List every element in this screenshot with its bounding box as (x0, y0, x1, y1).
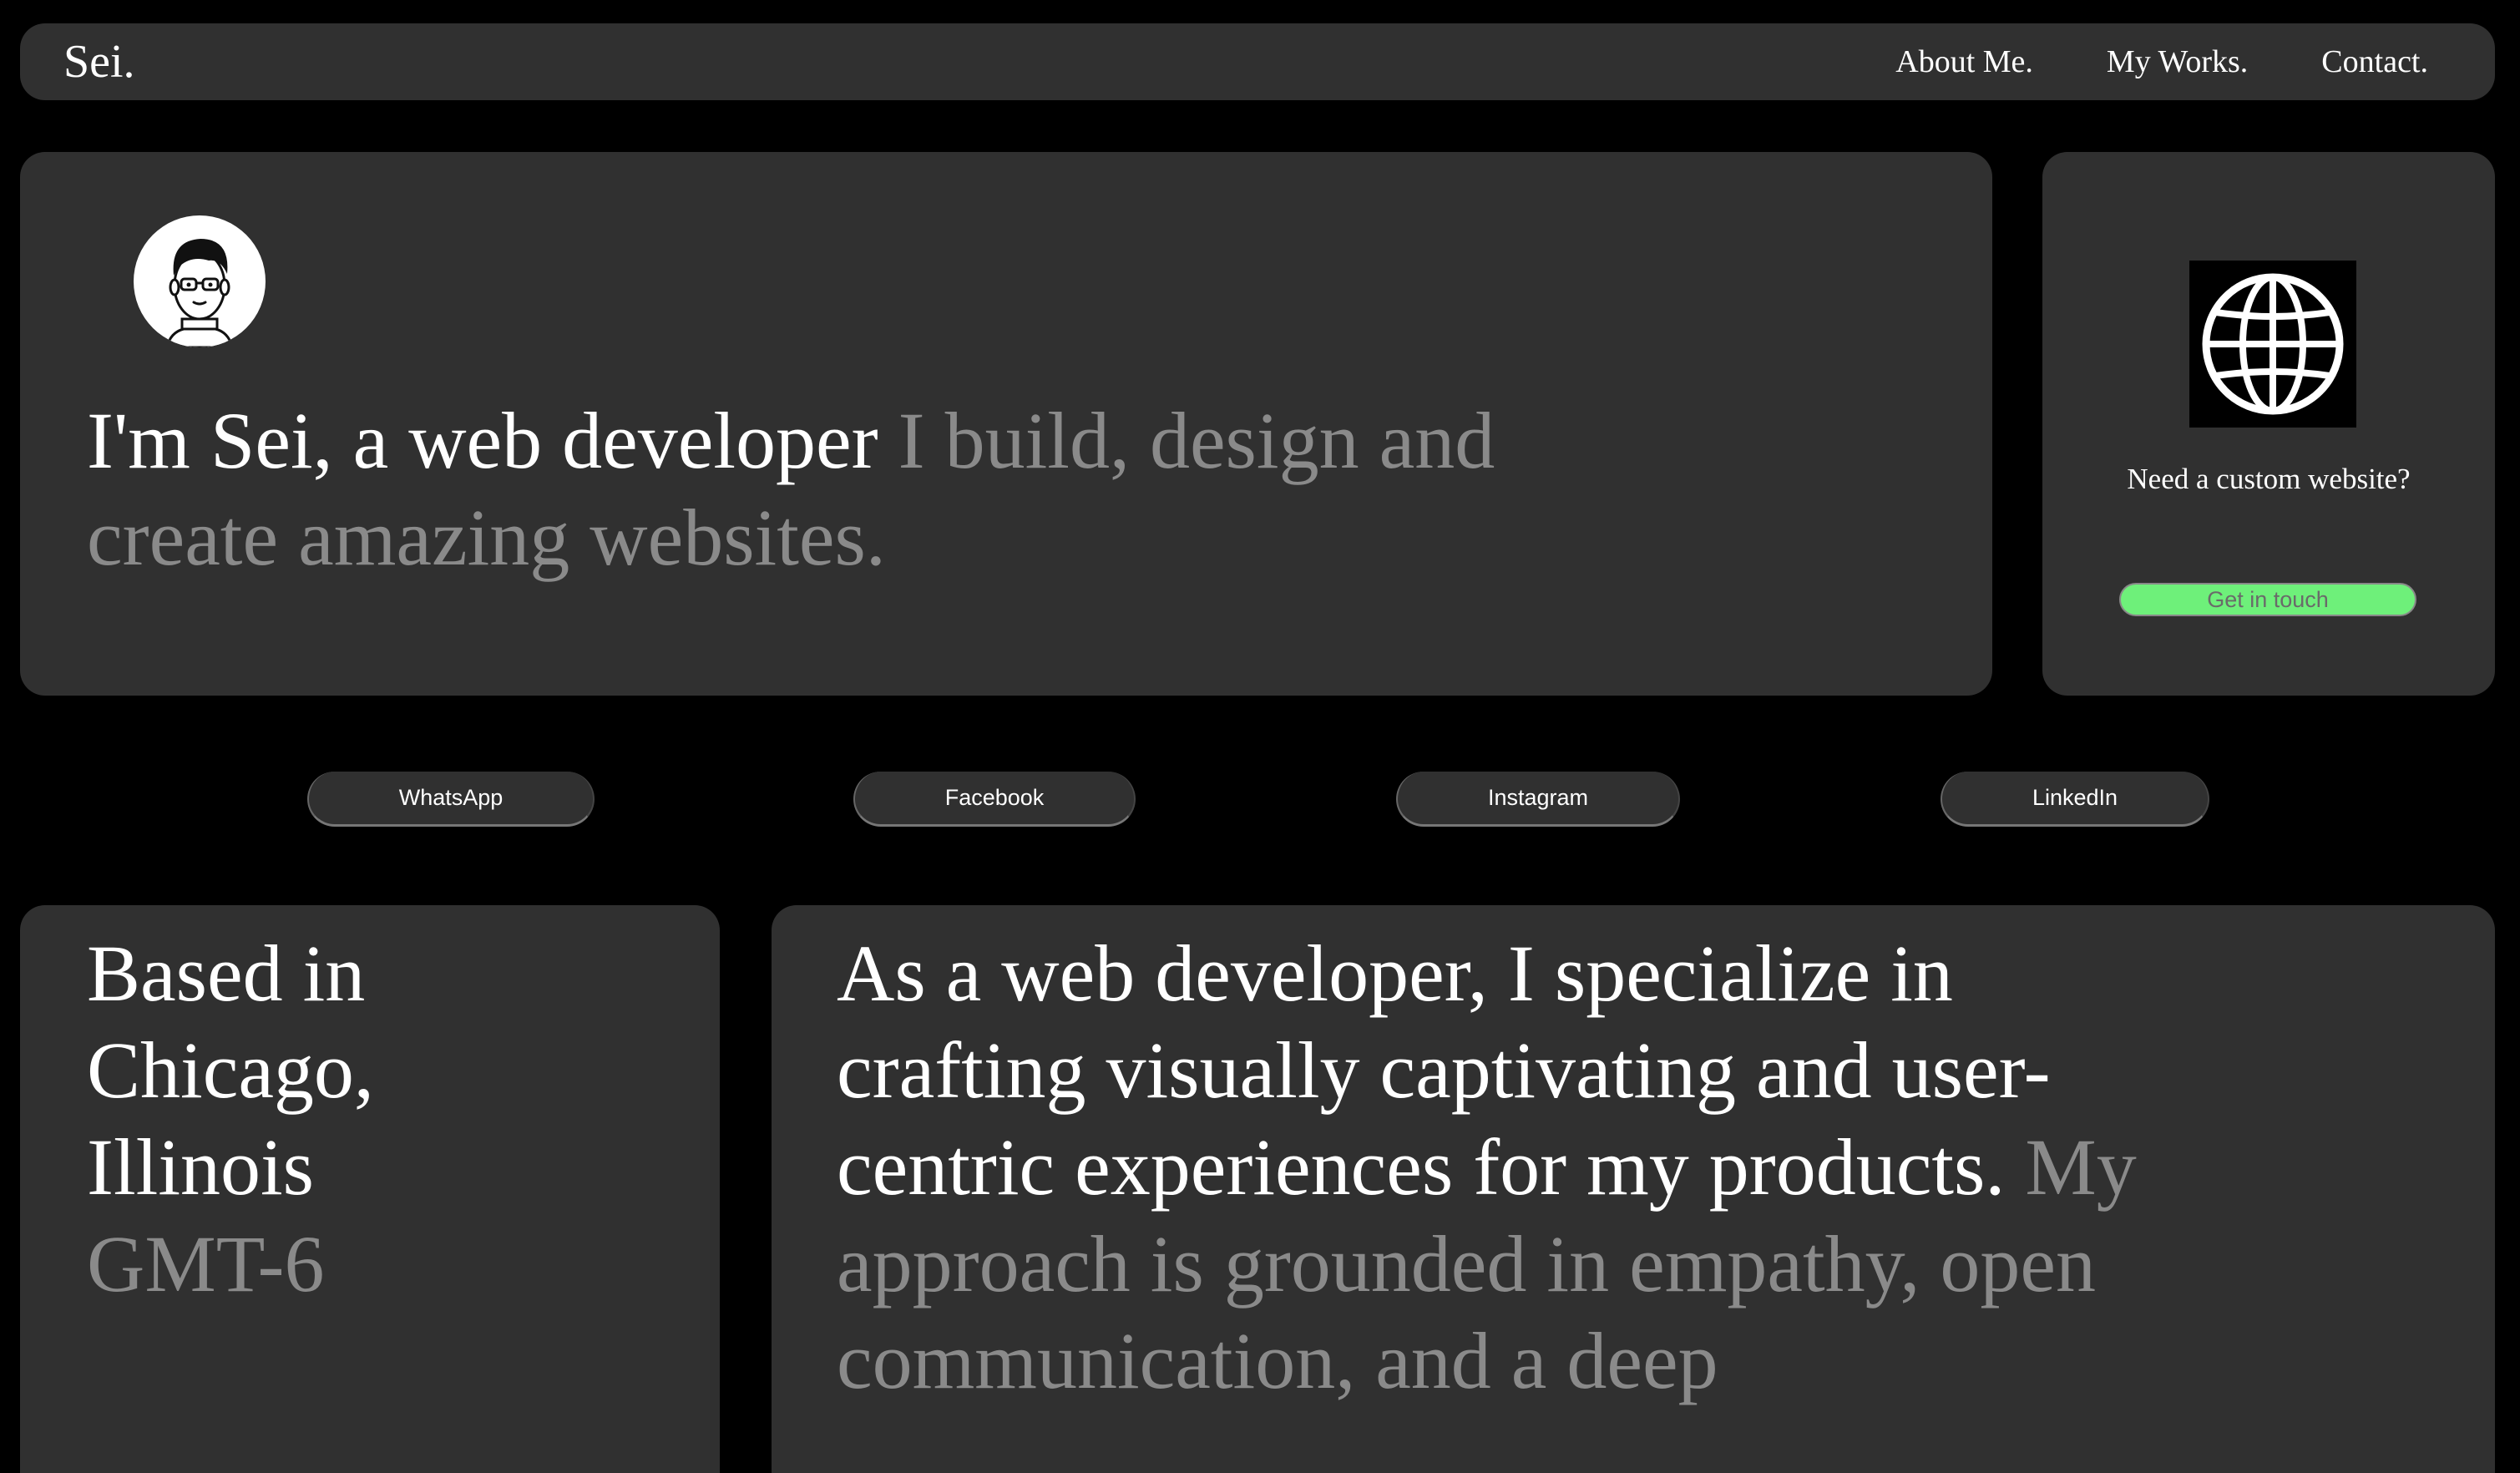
site-logo[interactable]: Sei. (63, 35, 135, 89)
nav-link-contact[interactable]: Contact. (2321, 42, 2428, 82)
timezone: GMT-6 (87, 1219, 325, 1308)
get-in-touch-button[interactable]: Get in touch (2119, 583, 2416, 616)
nav-link-about[interactable]: About Me. (1895, 42, 2033, 82)
cta-question: Need a custom website? (2127, 463, 2411, 495)
developer-avatar-icon (134, 215, 266, 347)
instagram-button[interactable]: Instagram (1396, 772, 1680, 827)
about-card: As a web developer, I specialize in craf… (772, 905, 2495, 1473)
about-main: As a web developer, I specialize in craf… (837, 929, 2051, 1212)
about-text: As a web developer, I specialize in craf… (837, 925, 2189, 1410)
cta-card: Need a custom website? Get in touch (2042, 152, 2495, 696)
nav-link-works[interactable]: My Works. (2107, 42, 2248, 82)
nav-links: About Me. My Works. Contact. (1895, 42, 2428, 82)
location-text: Based in Chicago, Illinois GMT-6 (87, 925, 374, 1313)
whatsapp-button[interactable]: WhatsApp (307, 772, 595, 827)
location-card: Based in Chicago, Illinois GMT-6 (20, 905, 720, 1473)
location-line-2: Chicago, (87, 1025, 374, 1115)
location-line-1: Based in (87, 929, 366, 1018)
linkedin-button[interactable]: LinkedIn (1941, 772, 2209, 827)
globe-icon (2189, 261, 2356, 428)
hero-card: I'm Sei, a web developer I build, design… (20, 152, 1992, 696)
facebook-button[interactable]: Facebook (853, 772, 1136, 827)
hero-headline: I'm Sei, a web developer I build, design… (87, 392, 1673, 586)
headline-main: I'm Sei, a web developer (87, 396, 878, 485)
navbar: Sei. About Me. My Works. Contact. (20, 23, 2495, 100)
location-line-3: Illinois (87, 1122, 315, 1212)
